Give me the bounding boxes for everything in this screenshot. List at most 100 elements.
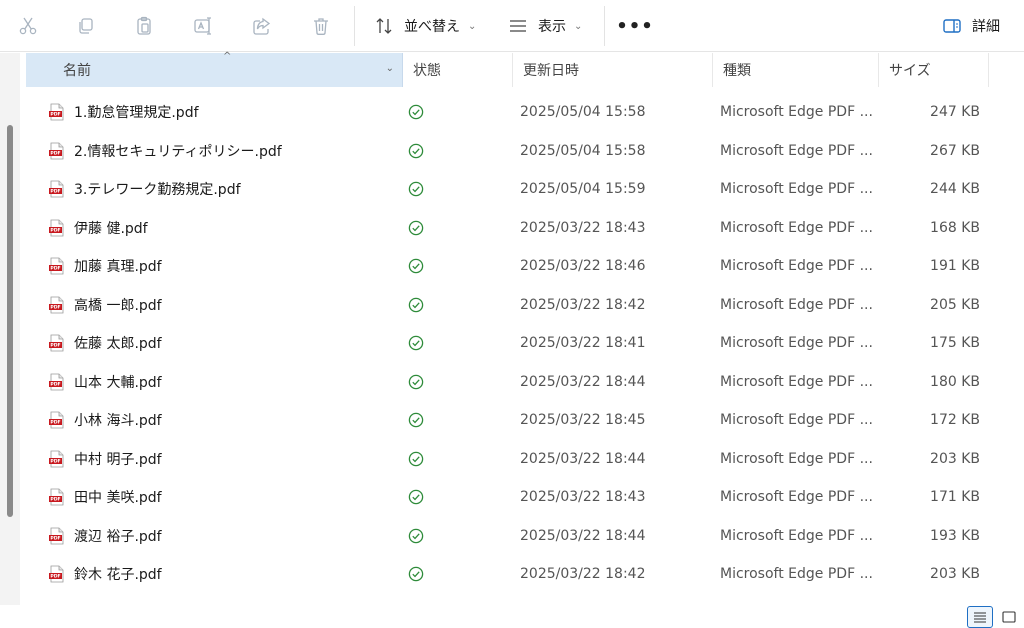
status-cell — [408, 440, 424, 479]
scrollbar-thumb[interactable] — [7, 125, 13, 517]
file-row[interactable]: PDF 田中 美咲.pdf 2025/03/22 18:43 Microsoft Ed… — [26, 478, 1024, 517]
modified-date: 2025/03/22 18:44 — [520, 450, 646, 467]
details-pane-button[interactable]: 詳細 — [942, 12, 1000, 40]
pdf-file-icon: PDF — [49, 334, 64, 352]
more-options-button[interactable]: ••• — [616, 12, 653, 40]
file-size: 203 KB — [930, 450, 980, 467]
sync-status-check-icon — [408, 220, 424, 235]
file-row[interactable]: PDF 小林 海斗.pdf 2025/03/22 18:45 Microsoft Ed… — [26, 401, 1024, 440]
status-cell — [408, 363, 424, 402]
file-row[interactable]: PDF 加藤 真理.pdf 2025/03/22 18:46 Microsoft Ed… — [26, 247, 1024, 286]
column-header-name[interactable]: ^ 名前 ⌄ — [26, 51, 403, 87]
file-name: 3.テレワーク勤務規定.pdf — [74, 182, 241, 199]
cut-icon[interactable] — [12, 10, 44, 42]
file-name: 山本 大輔.pdf — [74, 374, 162, 391]
command-bar: 並べ替え ⌄ 表示 ⌄ ••• 詳細 — [0, 0, 1024, 52]
column-header-date[interactable]: 更新日時 — [513, 53, 713, 87]
file-name: 高橋 一郎.pdf — [74, 297, 162, 314]
sync-status-check-icon — [408, 528, 424, 543]
file-size: 205 KB — [930, 296, 980, 313]
file-name: 加藤 真理.pdf — [74, 259, 162, 276]
file-name: 中村 明子.pdf — [74, 451, 162, 468]
view-button[interactable]: 表示 ⌄ — [508, 12, 582, 40]
file-row[interactable]: PDF 佐藤 太郎.pdf 2025/03/22 18:41 Microsoft Ed… — [26, 324, 1024, 363]
sync-status-check-icon — [408, 105, 424, 120]
file-name: 小林 海斗.pdf — [74, 413, 162, 430]
status-cell — [408, 93, 424, 132]
share-icon[interactable] — [246, 10, 278, 42]
sync-status-check-icon — [408, 567, 424, 582]
sync-status-check-icon — [408, 451, 424, 466]
file-name: 田中 美咲.pdf — [74, 490, 162, 507]
tiles-view-button[interactable] — [996, 606, 1022, 628]
status-cell — [408, 478, 424, 517]
modified-date: 2025/03/22 18:42 — [520, 296, 646, 313]
status-cell — [408, 324, 424, 363]
paste-icon[interactable] — [128, 10, 160, 42]
chevron-down-icon: ⌄ — [574, 20, 583, 32]
scrollbar-track[interactable] — [0, 53, 20, 605]
file-row[interactable]: PDF 伊藤 健.pdf 2025/03/22 18:43 Microsoft Edg… — [26, 209, 1024, 248]
pdf-file-icon: PDF — [49, 142, 64, 160]
file-size: 175 KB — [930, 335, 980, 352]
file-name-cell: PDF 渡辺 裕子.pdf — [48, 517, 162, 556]
file-row[interactable]: PDF 中村 明子.pdf 2025/03/22 18:44 Microsoft Ed… — [26, 440, 1024, 479]
column-header-type[interactable]: 種類 — [713, 53, 879, 87]
file-row[interactable]: PDF 2.情報セキュリティポリシー.pdf 2025/05/04 15:58 Mic… — [26, 132, 1024, 171]
details-view-button[interactable] — [967, 606, 993, 628]
sort-icon — [376, 18, 392, 34]
file-type: Microsoft Edge PDF ... — [720, 258, 873, 275]
file-size: 191 KB — [930, 258, 980, 275]
column-header-size[interactable]: サイズ — [879, 53, 989, 87]
file-name-cell: PDF 伊藤 健.pdf — [48, 209, 148, 248]
file-size: 180 KB — [930, 373, 980, 390]
pdf-file-icon: PDF — [49, 527, 64, 545]
file-row[interactable]: PDF 1.勤怠管理規定.pdf 2025/05/04 15:58 Microsoft… — [26, 93, 1024, 132]
column-header-date-label: 更新日時 — [523, 63, 579, 79]
column-header-status[interactable]: 状態 — [403, 53, 513, 87]
status-cell — [408, 517, 424, 556]
toolbar-separator — [604, 6, 605, 46]
column-header-status-label: 状態 — [413, 63, 441, 79]
file-list: PDF 1.勤怠管理規定.pdf 2025/05/04 15:58 Microsoft… — [26, 93, 1024, 594]
modified-date: 2025/05/04 15:59 — [520, 181, 646, 198]
pdf-file-icon: PDF — [49, 373, 64, 391]
status-cell — [408, 401, 424, 440]
file-type: Microsoft Edge PDF ... — [720, 219, 873, 236]
file-name-cell: PDF 小林 海斗.pdf — [48, 401, 162, 440]
chevron-down-icon: ⌄ — [468, 20, 477, 32]
file-size: 244 KB — [930, 181, 980, 198]
file-name: 佐藤 太郎.pdf — [74, 336, 162, 353]
svg-text:PDF: PDF — [50, 112, 60, 118]
modified-date: 2025/05/04 15:58 — [520, 104, 646, 121]
svg-text:PDF: PDF — [50, 497, 60, 503]
chevron-down-icon[interactable]: ⌄ — [386, 63, 394, 74]
sort-button[interactable]: 並べ替え ⌄ — [374, 12, 476, 40]
file-name-cell: PDF 山本 大輔.pdf — [48, 363, 162, 402]
file-row[interactable]: PDF 山本 大輔.pdf 2025/03/22 18:44 Microsoft Ed… — [26, 363, 1024, 402]
copy-icon[interactable] — [70, 10, 102, 42]
file-name-cell: PDF 鈴木 花子.pdf — [48, 555, 162, 594]
file-size: 171 KB — [930, 489, 980, 506]
file-size: 203 KB — [930, 566, 980, 583]
details-view-icon — [974, 612, 986, 623]
file-type: Microsoft Edge PDF ... — [720, 335, 873, 352]
file-row[interactable]: PDF 3.テレワーク勤務規定.pdf 2025/05/04 15:59 Micros… — [26, 170, 1024, 209]
pdf-file-icon: PDF — [49, 180, 64, 198]
file-name-cell: PDF 3.テレワーク勤務規定.pdf — [48, 170, 241, 209]
svg-text:PDF: PDF — [50, 574, 60, 580]
sync-status-check-icon — [408, 259, 424, 274]
file-row[interactable]: PDF 鈴木 花子.pdf 2025/03/22 18:42 Microsoft Ed… — [26, 555, 1024, 594]
file-row[interactable]: PDF 渡辺 裕子.pdf 2025/03/22 18:44 Microsoft Ed… — [26, 517, 1024, 556]
file-name-cell: PDF 佐藤 太郎.pdf — [48, 324, 162, 363]
column-header: ^ 名前 ⌄ 状態 更新日時 種類 サイズ — [26, 51, 1024, 87]
column-header-size-label: サイズ — [889, 63, 931, 79]
file-row[interactable]: PDF 高橋 一郎.pdf 2025/03/22 18:42 Microsoft Ed… — [26, 286, 1024, 325]
file-type: Microsoft Edge PDF ... — [720, 450, 873, 467]
file-type: Microsoft Edge PDF ... — [720, 373, 873, 390]
svg-text:PDF: PDF — [50, 420, 60, 426]
svg-text:PDF: PDF — [50, 535, 60, 541]
delete-icon[interactable] — [305, 10, 337, 42]
file-name: 1.勤怠管理規定.pdf — [74, 105, 199, 122]
rename-icon[interactable] — [187, 10, 219, 42]
